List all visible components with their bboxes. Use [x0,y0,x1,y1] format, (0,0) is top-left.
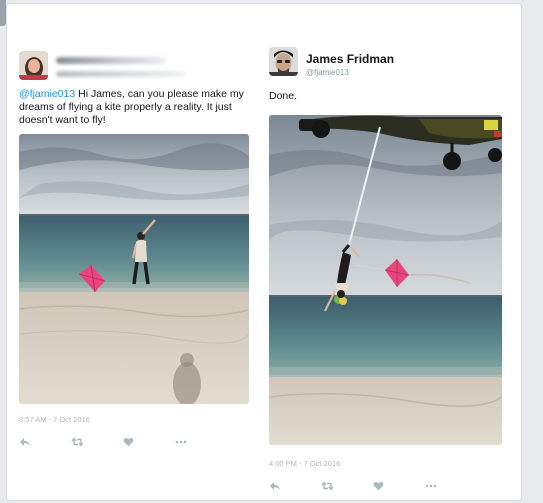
tweet-header: James Fridman @fjamie013 [269,47,505,81]
avatar[interactable] [269,47,298,76]
tweet-comparison-card: @fjamie013 Hi James, can you please make… [6,3,522,501]
tweet-header [19,51,252,85]
mention-link[interactable]: @fjamie013 [19,88,75,100]
reply-icon [270,482,280,490]
like-icon [373,481,384,491]
tweet-actions [19,436,252,448]
avatar[interactable] [19,51,48,80]
blurred-user-name [56,57,166,64]
more-button[interactable] [175,436,227,448]
reply-button[interactable] [269,480,321,492]
tweet-text: @fjamie013 Hi James, can you please make… [19,88,252,127]
tweet-photo-beach-kite[interactable] [19,134,249,404]
like-icon [123,437,134,447]
reply-icon [20,438,30,446]
user-handle[interactable]: @fjamie013 [306,68,349,77]
retweet-button[interactable] [71,436,123,448]
blurred-user-handle [56,71,186,77]
reply-tweet: James Fridman @fjamie013 Done. 4:00 PM -… [269,47,505,492]
user-name[interactable]: James Fridman [306,52,394,66]
retweet-icon [71,437,84,447]
tweet-actions [269,480,505,492]
tweet-text: Done. [269,90,298,102]
retweet-button[interactable] [321,480,373,492]
like-button[interactable] [123,436,175,448]
original-tweet: @fjamie013 Hi James, can you please make… [19,51,252,448]
tweet-photo-edited-helicopter[interactable] [269,115,502,445]
tweet-timestamp[interactable]: 4:00 PM - 7 Oct 2016 [269,459,505,468]
retweet-icon [321,481,334,491]
like-button[interactable] [373,480,425,492]
reply-button[interactable] [19,436,71,448]
tweet-timestamp[interactable]: 3:57 AM - 7 Oct 2016 [19,415,252,424]
more-icon [175,440,187,444]
more-button[interactable] [425,480,477,492]
more-icon [425,484,437,488]
